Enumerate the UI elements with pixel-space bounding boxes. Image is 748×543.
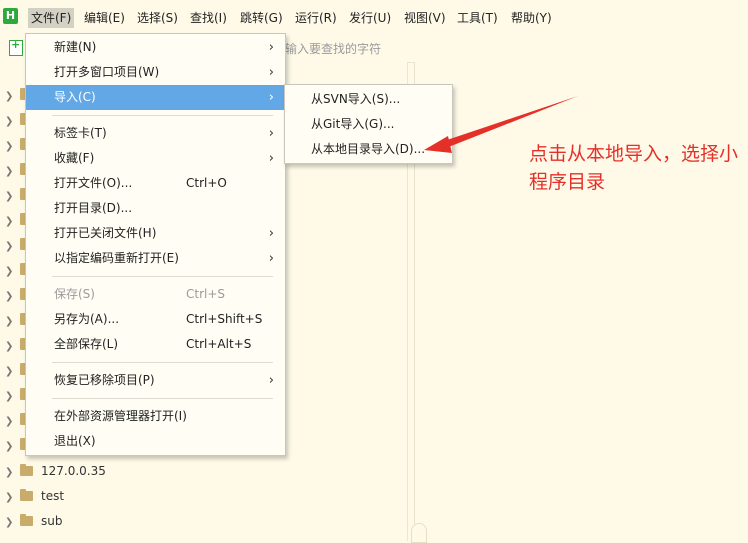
menu-item-shortcut: Ctrl+S: [186, 287, 226, 301]
chevron-right-icon[interactable]: ❯: [5, 91, 13, 102]
menu-item-open-in-explorer[interactable]: 在外部资源管理器打开(I): [26, 404, 285, 429]
menu-item-shortcut: Ctrl+O: [186, 176, 227, 190]
menu-item-label: 保存(S): [54, 287, 95, 301]
chevron-right-icon[interactable]: ❯: [5, 191, 13, 202]
menu-item-label: 打开文件(O)...: [54, 176, 133, 190]
menu-item-save[interactable]: 保存(S) Ctrl+S: [26, 282, 285, 307]
chevron-right-icon[interactable]: ❯: [5, 316, 13, 327]
search-input[interactable]: [285, 40, 485, 58]
menu-item-label: 恢复已移除项目(P): [54, 373, 155, 387]
menu-item-favorites[interactable]: 收藏(F) ›: [26, 146, 285, 171]
folder-label: sub: [41, 514, 63, 528]
menu-item-label: 从SVN导入(S)...: [311, 92, 401, 106]
menu-item-label: 导入(C): [54, 90, 96, 104]
chevron-right-icon[interactable]: ❯: [5, 517, 13, 528]
chevron-right-icon[interactable]: ❯: [5, 467, 13, 478]
menu-item-open-closed-files[interactable]: 打开已关闭文件(H) ›: [26, 221, 285, 246]
menu-help[interactable]: 帮助(Y): [511, 8, 552, 28]
menu-item-shortcut: Ctrl+Shift+S: [186, 312, 263, 326]
menu-item-open-multi-window[interactable]: 打开多窗口项目(W) ›: [26, 60, 285, 85]
menu-item-reopen-encoding[interactable]: 以指定编码重新打开(E) ›: [26, 246, 285, 271]
menu-bar: H 文件(F) 编辑(E) 选择(S) 查找(I) 跳转(G) 运行(R) 发行…: [0, 0, 748, 34]
folder-icon: [20, 489, 33, 501]
folder-label: 127.0.0.35: [41, 464, 106, 478]
menu-find[interactable]: 查找(I): [190, 8, 227, 28]
menu-item-save-as[interactable]: 另存为(A)... Ctrl+Shift+S: [26, 307, 285, 332]
app-logo-icon[interactable]: H: [3, 8, 18, 24]
chevron-right-icon[interactable]: ❯: [5, 166, 13, 177]
chevron-right-icon[interactable]: ❯: [5, 216, 13, 227]
menu-file[interactable]: 文件(F): [28, 8, 75, 28]
menu-separator: [52, 362, 273, 363]
menu-select[interactable]: 选择(S): [137, 8, 178, 28]
menu-run[interactable]: 运行(R): [295, 8, 337, 28]
menu-separator: [52, 276, 273, 277]
menu-item-restore-removed[interactable]: 恢复已移除项目(P) ›: [26, 368, 285, 393]
chevron-right-icon[interactable]: ❯: [5, 391, 13, 402]
menu-item-label: 打开已关闭文件(H): [54, 226, 157, 240]
menu-item-label: 标签卡(T): [54, 126, 107, 140]
menu-item-label: 在外部资源管理器打开(I): [54, 409, 187, 423]
tree-row-test[interactable]: ❯ test: [0, 485, 400, 510]
menu-item-label: 收藏(F): [54, 151, 95, 165]
folder-label: test: [41, 489, 65, 503]
chevron-right-icon[interactable]: ❯: [5, 141, 13, 152]
chevron-right-icon: ›: [268, 251, 274, 266]
chevron-right-icon: ›: [268, 151, 274, 166]
chevron-right-icon: ›: [268, 40, 274, 55]
annotation-text: 点击从本地导入，选择小程序目录: [529, 143, 739, 193]
menu-publish[interactable]: 发行(U): [349, 8, 391, 28]
chevron-right-icon[interactable]: ❯: [5, 341, 13, 352]
menu-item-label: 退出(X): [54, 434, 96, 448]
menu-item-label: 打开目录(D)...: [54, 201, 133, 215]
chevron-right-icon: ›: [268, 226, 274, 241]
chevron-right-icon[interactable]: ❯: [5, 366, 13, 377]
menu-item-label: 全部保存(L): [54, 337, 119, 351]
menu-view[interactable]: 视图(V): [404, 8, 446, 28]
arrow-head: [424, 136, 452, 153]
menu-item-label: 以指定编码重新打开(E): [54, 251, 179, 265]
menu-separator: [52, 398, 273, 399]
menu-edit[interactable]: 编辑(E): [84, 8, 125, 28]
menu-item-label: 从本地目录导入(D)...: [311, 142, 426, 156]
new-file-icon[interactable]: [9, 38, 23, 56]
menu-item-import[interactable]: 导入(C) ›: [26, 85, 285, 110]
tree-row-127-0-0-35[interactable]: ❯ 127.0.0.35: [0, 460, 400, 485]
tree-row-sub[interactable]: ❯ sub: [0, 510, 400, 535]
menu-goto[interactable]: 跳转(G): [240, 8, 283, 28]
menu-item-open-file[interactable]: 打开文件(O)... Ctrl+O: [26, 171, 285, 196]
file-menu: 新建(N) › 打开多窗口项目(W) › 导入(C) › 标签卡(T) › 收藏(F) ›…: [25, 33, 286, 456]
menu-item-shortcut: Ctrl+Alt+S: [186, 337, 252, 351]
chevron-right-icon[interactable]: ❯: [5, 266, 13, 277]
menu-item-label: 另存为(A)...: [54, 312, 120, 326]
chevron-right-icon: ›: [268, 90, 274, 105]
chevron-right-icon: ›: [268, 126, 274, 141]
chevron-right-icon[interactable]: ❯: [5, 116, 13, 127]
menu-item-new[interactable]: 新建(N) ›: [26, 35, 285, 60]
scroll-handle[interactable]: [411, 523, 427, 543]
chevron-right-icon[interactable]: ❯: [5, 441, 13, 452]
menu-item-open-directory[interactable]: 打开目录(D)...: [26, 196, 285, 221]
folder-icon: [20, 514, 33, 526]
folder-icon: [20, 464, 33, 476]
chevron-right-icon[interactable]: ❯: [5, 492, 13, 503]
chevron-right-icon[interactable]: ❯: [5, 241, 13, 252]
menu-item-label: 打开多窗口项目(W): [54, 65, 160, 79]
menu-item-label: 从Git导入(G)...: [311, 117, 395, 131]
menu-tools[interactable]: 工具(T): [457, 8, 498, 28]
menu-separator: [52, 115, 273, 116]
menu-item-label: 新建(N): [54, 40, 97, 54]
chevron-right-icon: ›: [268, 65, 274, 80]
menu-item-tabs[interactable]: 标签卡(T) ›: [26, 121, 285, 146]
chevron-right-icon: ›: [268, 373, 274, 388]
menu-item-exit[interactable]: 退出(X): [26, 429, 285, 454]
chevron-right-icon[interactable]: ❯: [5, 291, 13, 302]
menu-item-save-all[interactable]: 全部保存(L) Ctrl+Alt+S: [26, 332, 285, 357]
chevron-right-icon[interactable]: ❯: [5, 416, 13, 427]
